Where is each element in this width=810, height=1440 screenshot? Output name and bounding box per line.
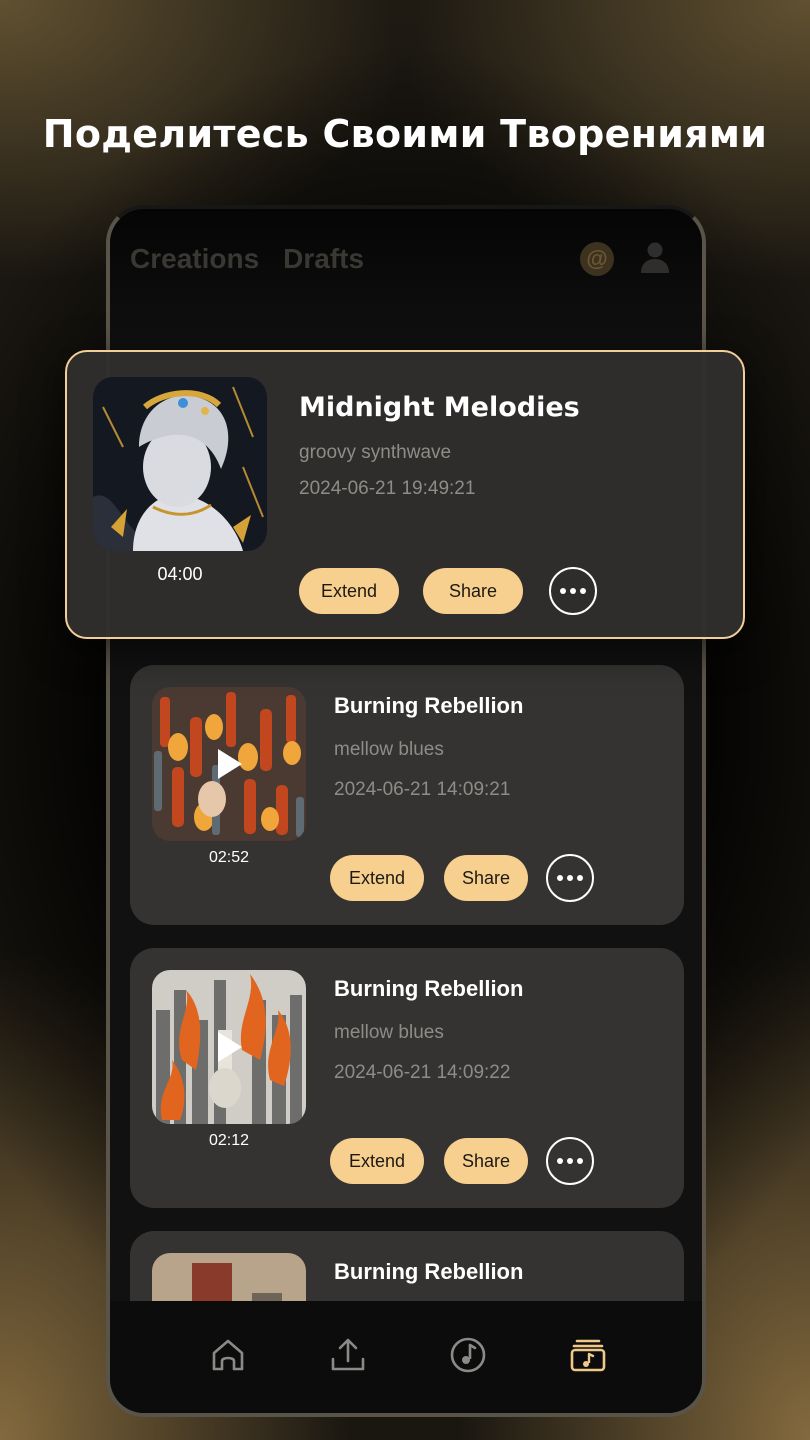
- play-icon[interactable]: [218, 749, 242, 779]
- track-date: 2024-06-21 14:09:22: [334, 1062, 511, 1083]
- upload-icon[interactable]: [328, 1335, 368, 1375]
- cover-art[interactable]: [152, 687, 306, 841]
- track-duration: 02:12: [208, 1132, 250, 1149]
- more-horizontal-icon[interactable]: [549, 567, 597, 615]
- share-button[interactable]: Share: [444, 855, 528, 901]
- cover-art[interactable]: [93, 377, 267, 551]
- library-icon[interactable]: [568, 1335, 608, 1375]
- music-note-icon[interactable]: [448, 1335, 488, 1375]
- track-genre: mellow blues: [334, 1022, 444, 1043]
- home-icon[interactable]: [208, 1335, 248, 1375]
- extend-button[interactable]: Extend: [299, 568, 399, 614]
- more-horizontal-icon[interactable]: [546, 1137, 594, 1185]
- cover-art[interactable]: [152, 970, 306, 1124]
- track-genre: groovy synthwave: [299, 442, 452, 463]
- more-horizontal-icon[interactable]: [546, 854, 594, 902]
- extend-button[interactable]: Extend: [330, 855, 424, 901]
- track-date: 2024-06-21 19:49:21: [299, 478, 476, 499]
- extend-button[interactable]: Extend: [330, 1138, 424, 1184]
- track-title: Burning Rebellion: [334, 693, 524, 718]
- bottom-nav: [110, 1301, 702, 1413]
- track-genre: mellow blues: [334, 739, 444, 760]
- track-card[interactable]: 02:52 Burning Rebellion mellow blues 202…: [130, 665, 684, 925]
- track-title: Midnight Melodies: [299, 392, 580, 423]
- track-duration: 04:00: [157, 564, 203, 584]
- track-card[interactable]: 02:12 Burning Rebellion mellow blues 202…: [130, 948, 684, 1208]
- share-button[interactable]: Share: [423, 568, 523, 614]
- share-button[interactable]: Share: [444, 1138, 528, 1184]
- track-title: Burning Rebellion: [334, 976, 524, 1001]
- track-title: Burning Rebellion: [334, 1259, 524, 1284]
- track-date: 2024-06-21 14:09:21: [334, 779, 511, 800]
- page-headline: Поделитесь Своими Творениями: [42, 112, 768, 156]
- featured-track-card[interactable]: 04:00 Midnight Melodies groovy synthwave…: [65, 350, 745, 639]
- play-icon[interactable]: [218, 1032, 242, 1062]
- track-duration: 02:52: [208, 849, 250, 866]
